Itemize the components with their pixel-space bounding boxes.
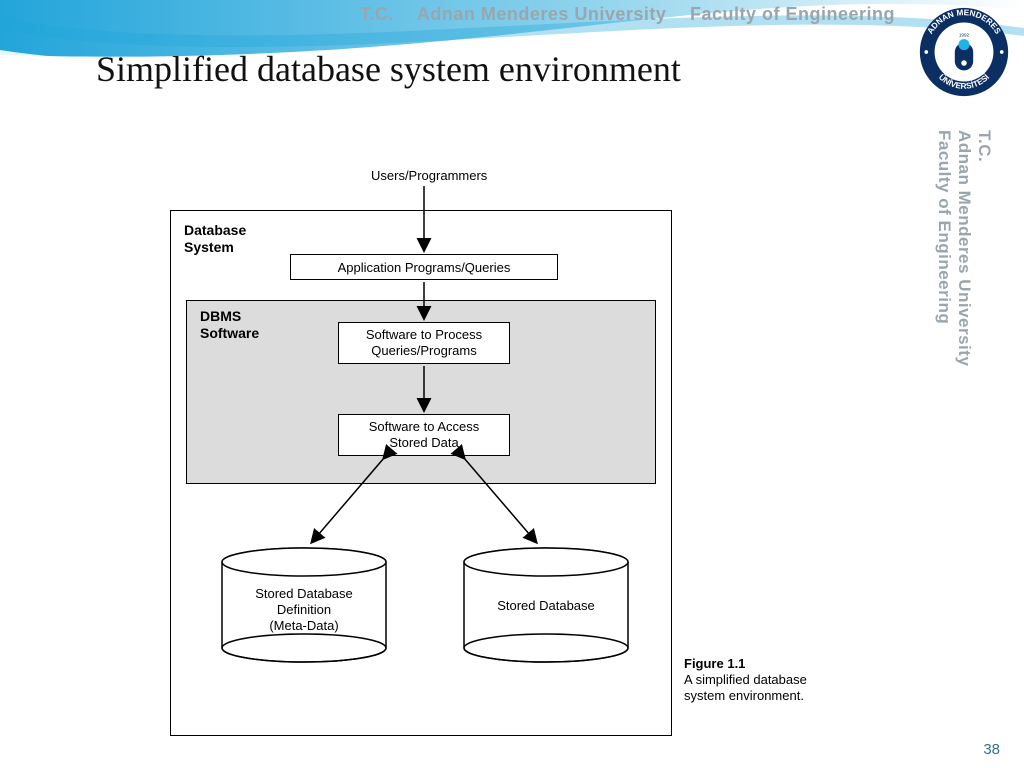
header-branding: T.C. Adnan Menderes University Faculty o…: [360, 4, 895, 25]
diagram: Users/Programmers Database System DBMS S…: [170, 162, 850, 762]
header-university: Adnan Menderes University: [417, 4, 667, 24]
side-tc: T.C.: [974, 130, 994, 366]
figure-caption: Figure 1.1 A simplified database system …: [684, 656, 864, 704]
page-number: 38: [983, 741, 1000, 758]
header-faculty: Faculty of Engineering: [690, 4, 895, 24]
svg-text:1992: 1992: [959, 32, 970, 37]
side-branding: T.C. Adnan Menderes University Faculty o…: [972, 130, 994, 386]
header-tc: T.C.: [360, 4, 394, 24]
figure-number: Figure 1.1: [684, 656, 745, 671]
side-university: Adnan Menderes University: [954, 130, 974, 366]
slide-title: Simplified database system environment: [96, 48, 681, 90]
side-faculty: Faculty of Engineering: [934, 130, 954, 366]
university-seal: ADNAN MENDERES ÜNİVERSİTESİ 1992: [918, 6, 1010, 98]
arrows: [170, 162, 850, 742]
